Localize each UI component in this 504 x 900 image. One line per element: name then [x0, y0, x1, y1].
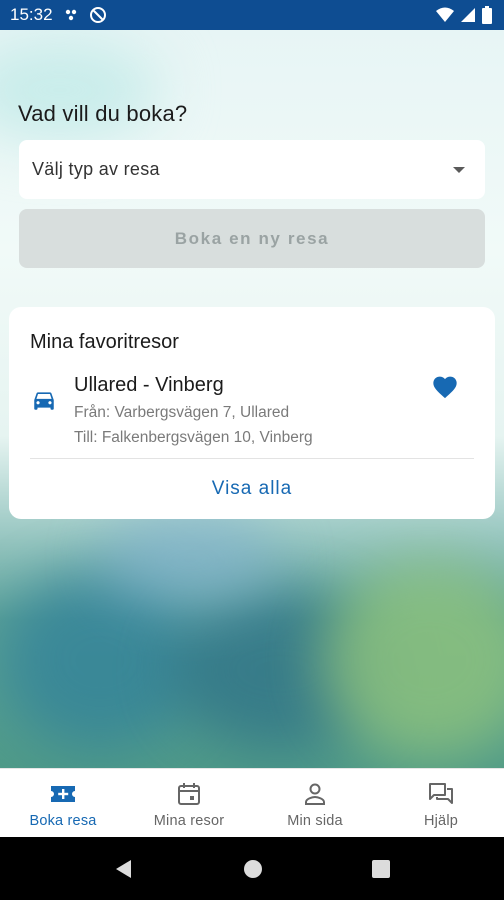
blocked-icon [89, 7, 106, 23]
booking-heading: Vad vill du boka? [18, 101, 188, 126]
trip-type-placeholder: Välj typ av resa [32, 159, 160, 179]
system-navigation-bar [0, 837, 504, 900]
bottom-navigation: Boka resa Mina resor Min sida Hjälp [0, 768, 504, 837]
settings-icon [65, 9, 76, 21]
favorite-route-from: Från: Varbergsvägen 7, Ullared [74, 404, 290, 421]
trip-type-select[interactable]: Välj typ av resa [19, 140, 485, 199]
recents-icon[interactable] [371, 859, 391, 879]
status-left: 15:32 [10, 5, 107, 25]
status-right [436, 6, 492, 24]
signal-icon [461, 8, 475, 22]
favorite-route-to: Till: Falkenbergsvägen 10, Vinberg [74, 429, 313, 446]
nav-item-mina-resor[interactable]: Mina resor [126, 769, 252, 837]
status-bar: 15:32 [0, 0, 504, 30]
person-icon [305, 783, 325, 805]
background-blur [100, 510, 280, 610]
battery-icon [482, 6, 492, 24]
wifi-icon [436, 7, 454, 22]
favorite-route-title[interactable]: Ullared - Vinberg [74, 374, 224, 397]
book-new-trip-button[interactable]: Boka en ny resa [19, 209, 485, 268]
nav-item-boka-resa[interactable]: Boka resa [0, 769, 126, 837]
back-icon[interactable] [113, 858, 135, 880]
chat-icon [429, 783, 453, 804]
favorites-card: Mina favoritresor Ullared - Vinberg Från… [9, 307, 495, 519]
nav-label: Mina resor [153, 813, 225, 829]
dropdown-arrow-icon [453, 166, 465, 173]
nav-label: Boka resa [29, 813, 97, 829]
ticket-plus-icon [51, 786, 75, 802]
heart-icon[interactable] [431, 373, 459, 399]
status-time: 15:32 [10, 5, 53, 24]
calendar-icon [178, 783, 200, 805]
home-icon[interactable] [242, 858, 264, 880]
nav-item-min-sida[interactable]: Min sida [252, 769, 378, 837]
nav-label: Min sida [287, 813, 343, 829]
taxi-icon [34, 392, 54, 410]
show-all-link[interactable]: Visa alla [9, 459, 495, 519]
nav-item-hjalp[interactable]: Hjälp [378, 769, 504, 837]
nav-label: Hjälp [423, 813, 459, 829]
favorites-title: Mina favoritresor [30, 331, 179, 353]
